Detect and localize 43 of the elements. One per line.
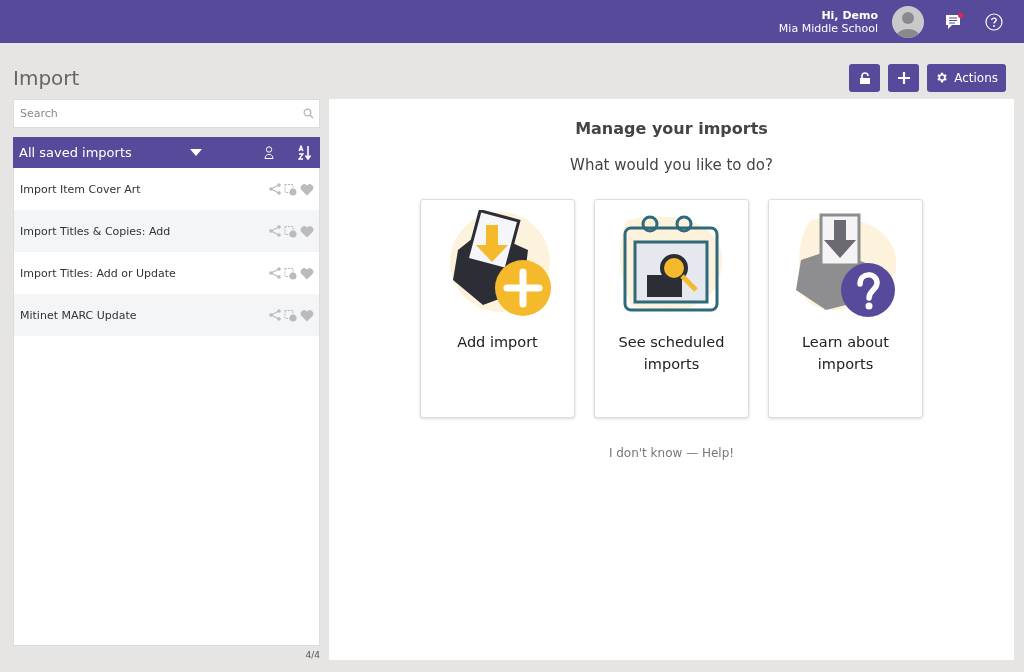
- sort-icon[interactable]: [298, 145, 312, 160]
- heart-icon[interactable]: [300, 308, 314, 322]
- lock-button[interactable]: [849, 63, 881, 92]
- schedule-icon[interactable]: [284, 224, 297, 238]
- option-card[interactable]: Add import: [420, 199, 575, 418]
- filter-label[interactable]: All saved imports: [19, 145, 190, 160]
- schedule-icon[interactable]: [284, 266, 297, 280]
- search-field[interactable]: Search: [13, 99, 320, 128]
- panel-subtitle: What would you like to do?: [570, 156, 773, 174]
- import-name: Import Titles & Copies: Add: [20, 224, 172, 238]
- heart-icon[interactable]: [300, 224, 314, 238]
- greeting: Hi, Demo: [821, 8, 878, 22]
- search-icon: [303, 108, 314, 119]
- add-button[interactable]: [888, 63, 920, 92]
- actions-button[interactable]: Actions: [927, 63, 1006, 92]
- person-icon[interactable]: [264, 146, 274, 159]
- import-name: Mitinet MARC Update: [20, 308, 138, 322]
- heart-icon[interactable]: [300, 266, 314, 280]
- gear-icon: [935, 71, 949, 84]
- plus-icon: [897, 71, 910, 84]
- option-card[interactable]: See scheduled imports: [594, 199, 749, 418]
- heart-icon[interactable]: [300, 182, 314, 196]
- import-item[interactable]: Mitinet MARC Update: [14, 294, 319, 336]
- import-name: Import Titles: Add or Update: [20, 266, 177, 280]
- import-name: Import Item Cover Art: [20, 182, 142, 196]
- schedule-icon[interactable]: [284, 308, 297, 322]
- share-icon[interactable]: [269, 183, 281, 195]
- messages-icon[interactable]: [944, 11, 964, 32]
- padlock-icon: [858, 71, 871, 84]
- help-link[interactable]: I don't know — Help!: [608, 446, 735, 460]
- schedule-icon[interactable]: [284, 182, 297, 196]
- panel-title: Manage your imports: [575, 119, 768, 138]
- item-count: 4/4: [305, 649, 320, 660]
- help-icon[interactable]: [984, 11, 1004, 32]
- school-name: Mia Middle School: [778, 21, 878, 35]
- share-icon[interactable]: [269, 225, 281, 237]
- share-icon[interactable]: [269, 309, 281, 321]
- import-item[interactable]: Import Titles & Copies: Add: [14, 210, 319, 252]
- share-icon[interactable]: [269, 267, 281, 279]
- page-title: Import: [13, 65, 80, 90]
- avatar[interactable]: [892, 5, 924, 38]
- option-card[interactable]: Learn about imports: [768, 199, 923, 418]
- caret-icon[interactable]: [190, 149, 202, 156]
